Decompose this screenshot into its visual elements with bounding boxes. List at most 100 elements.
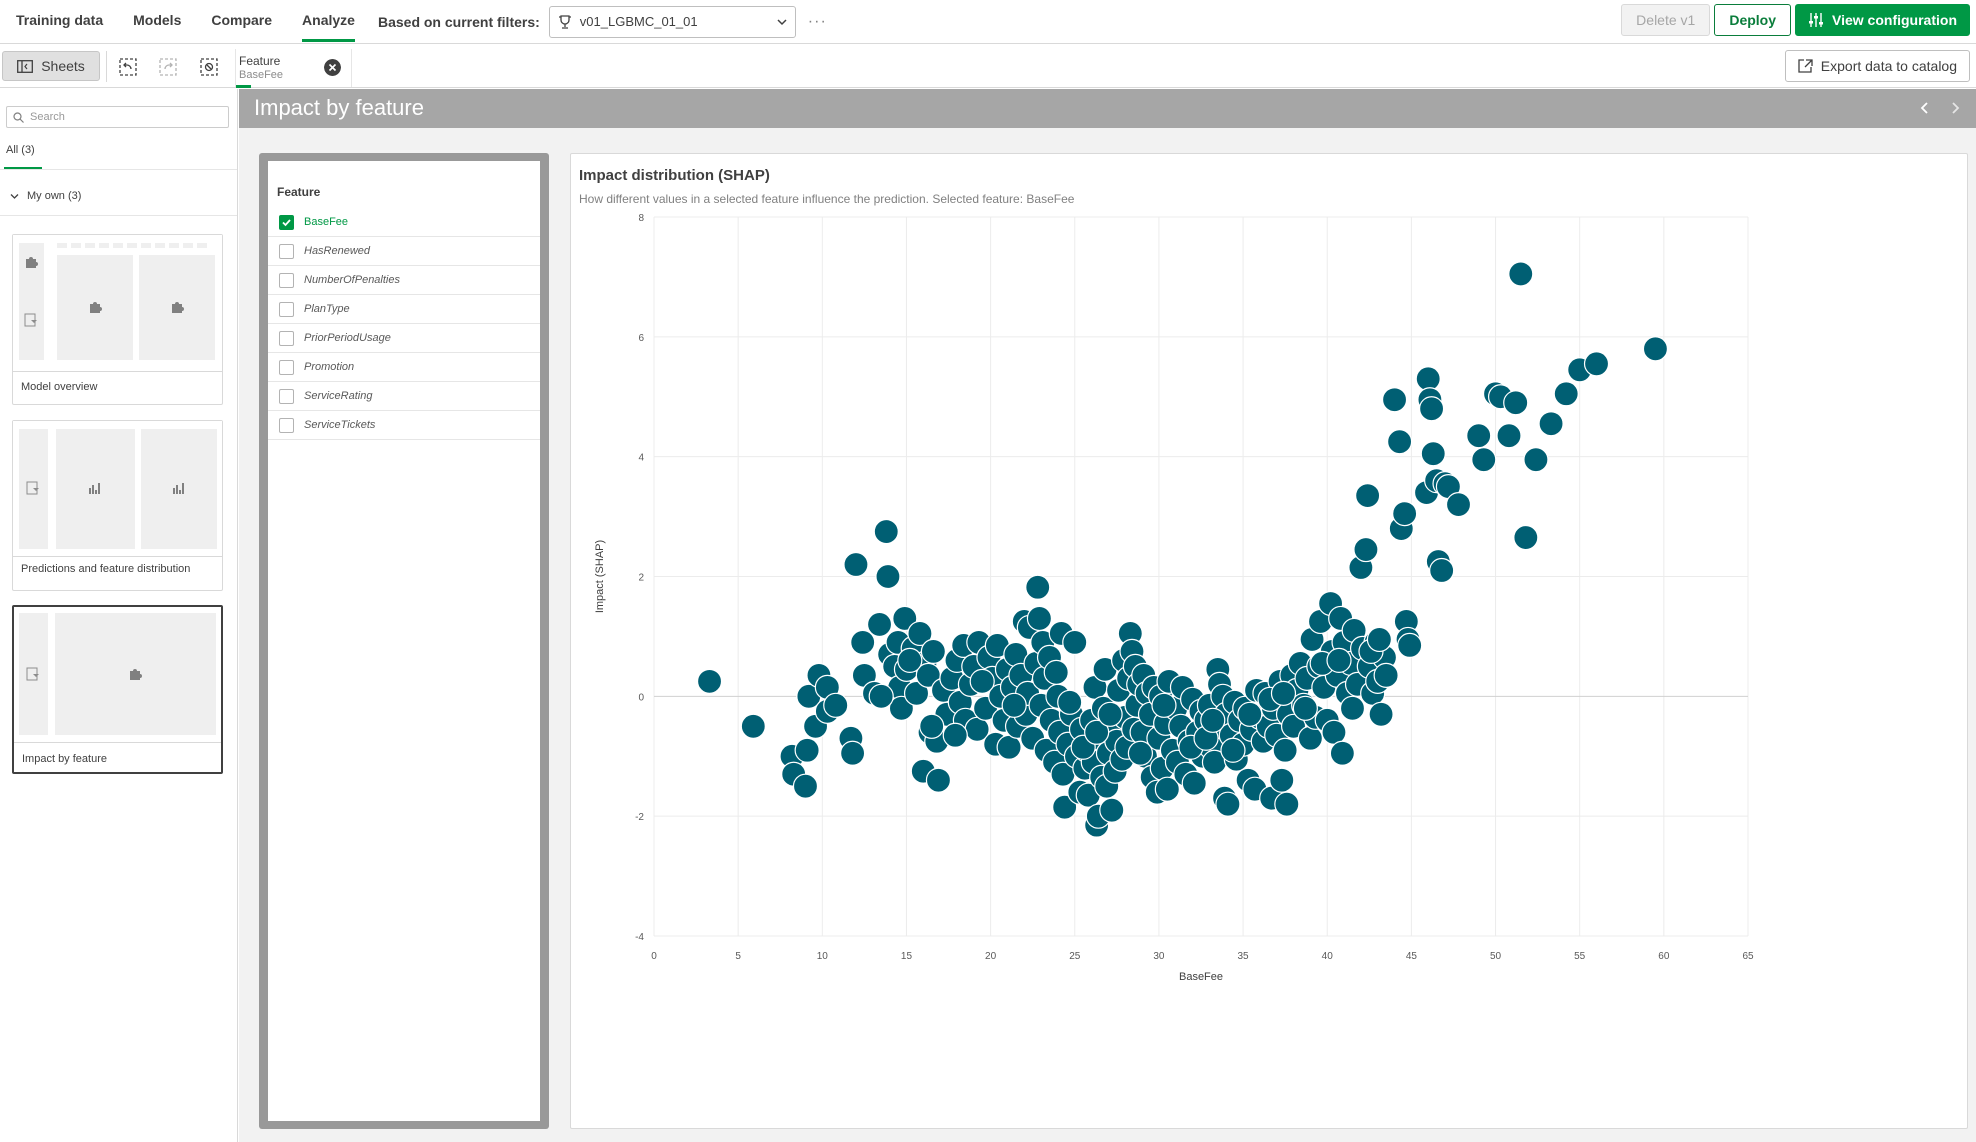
data-point[interactable] (1513, 524, 1539, 551)
feature-filter-item[interactable]: PlanType (268, 295, 540, 324)
redo-selection-icon[interactable] (158, 57, 178, 77)
data-point[interactable] (1508, 261, 1534, 287)
tab-models[interactable]: Models (118, 0, 196, 44)
data-point[interactable] (1366, 626, 1393, 653)
data-point[interactable] (1418, 396, 1445, 422)
data-point[interactable] (1496, 423, 1522, 449)
tab-analyze[interactable]: Analyze (287, 0, 370, 44)
data-point[interactable] (1200, 707, 1226, 733)
view-configuration-button[interactable]: View configuration (1795, 4, 1970, 36)
data-point[interactable] (1415, 366, 1441, 392)
data-point[interactable] (1297, 725, 1324, 751)
data-point[interactable] (823, 692, 849, 718)
export-data-button[interactable]: Export data to catalog (1784, 50, 1970, 82)
checkbox[interactable] (279, 360, 294, 375)
data-point[interactable] (1270, 680, 1297, 706)
feature-filter-item[interactable]: BaseFee (268, 208, 540, 237)
data-point[interactable] (969, 668, 995, 694)
data-point[interactable] (866, 611, 893, 638)
scatter-plot[interactable]: 0 5 10 15 20 25 30 35 40 45 50 55 60 65 -4 -2 0 2 4 6 8 BaseF… (571, 154, 1969, 1130)
data-point[interactable] (873, 518, 899, 545)
feature-filter-item[interactable]: HasRenewed (268, 237, 540, 266)
feature-filter-item[interactable]: ServiceTickets (268, 411, 540, 440)
previous-sheet-icon[interactable] (1918, 101, 1932, 115)
data-point[interactable] (1097, 701, 1123, 727)
checkbox[interactable] (279, 331, 294, 346)
data-point[interactable] (1583, 351, 1610, 377)
data-point[interactable] (1538, 411, 1564, 437)
sheet-card-impact-by-feature[interactable]: Impact by feature (12, 605, 223, 774)
data-point[interactable] (1553, 381, 1579, 407)
data-point[interactable] (1329, 740, 1355, 766)
feature-filter-item[interactable]: ServiceRating (268, 382, 540, 411)
data-point[interactable] (740, 713, 766, 739)
data-point[interactable] (850, 629, 876, 656)
data-point[interactable] (1353, 536, 1379, 563)
data-point[interactable] (1642, 336, 1669, 362)
data-point[interactable] (1387, 429, 1413, 455)
data-point[interactable] (1381, 387, 1408, 413)
feature-filter-item[interactable]: PriorPeriodUsage (268, 324, 540, 353)
checkbox-checked[interactable] (279, 215, 294, 230)
data-point[interactable] (875, 563, 901, 590)
undo-selection-icon[interactable] (118, 57, 138, 77)
data-point[interactable] (1269, 767, 1295, 793)
data-point[interactable] (794, 737, 820, 763)
sheet-card-model-overview[interactable]: Model overview (12, 234, 223, 405)
data-point[interactable] (1099, 797, 1125, 823)
data-point[interactable] (1523, 447, 1549, 473)
data-point[interactable] (942, 722, 968, 748)
data-point[interactable] (1043, 659, 1069, 685)
checkbox[interactable] (279, 418, 294, 433)
data-point[interactable] (1429, 557, 1455, 584)
my-own-group-toggle[interactable]: My own (3) (10, 190, 81, 202)
data-point[interactable] (1026, 605, 1053, 632)
data-point[interactable] (1368, 701, 1394, 727)
data-point[interactable] (925, 767, 952, 793)
data-point[interactable] (1057, 689, 1083, 715)
data-point[interactable] (868, 683, 894, 709)
data-point[interactable] (1215, 791, 1241, 817)
data-point[interactable] (1445, 492, 1472, 518)
data-point[interactable] (1001, 692, 1027, 718)
feature-filter-item[interactable]: NumberOfPenalties (268, 266, 540, 295)
checkbox[interactable] (279, 273, 294, 288)
delete-version-button[interactable]: Delete v1 (1621, 4, 1711, 36)
data-point[interactable] (1025, 574, 1051, 600)
feature-filter-item[interactable]: Promotion (268, 353, 540, 382)
checkbox[interactable] (279, 244, 294, 259)
data-point[interactable] (1151, 692, 1177, 718)
data-point[interactable] (1397, 632, 1423, 659)
sheet-card-predictions[interactable]: Predictions and feature distribution (12, 420, 223, 591)
tab-all[interactable]: All (3) (6, 144, 35, 156)
model-filter-select[interactable]: v01_LGBMC_01_01 (548, 5, 796, 38)
data-point[interactable] (696, 668, 723, 694)
data-point[interactable] (792, 773, 819, 799)
close-icon[interactable] (324, 59, 341, 76)
checkbox[interactable] (279, 302, 294, 317)
data-point[interactable] (920, 638, 946, 664)
data-point[interactable] (1292, 695, 1318, 721)
data-point[interactable] (1237, 701, 1263, 727)
deploy-button[interactable]: Deploy (1714, 4, 1792, 36)
data-point[interactable] (919, 713, 945, 739)
data-point[interactable] (1062, 629, 1088, 656)
data-point[interactable] (1274, 791, 1300, 817)
clear-selections-icon[interactable] (199, 57, 219, 77)
tab-training-data[interactable]: Training data (0, 0, 118, 44)
search-input[interactable]: Search (6, 106, 229, 128)
data-point[interactable] (1272, 737, 1298, 763)
data-point[interactable] (840, 740, 866, 766)
data-point[interactable] (1326, 647, 1352, 673)
data-point[interactable] (1466, 423, 1492, 449)
data-point[interactable] (1471, 447, 1497, 473)
tab-compare[interactable]: Compare (196, 0, 287, 44)
data-point[interactable] (1392, 500, 1418, 527)
data-point[interactable] (1339, 695, 1366, 721)
checkbox[interactable] (279, 389, 294, 404)
data-point[interactable] (1220, 737, 1246, 763)
data-point[interactable] (843, 551, 869, 578)
sheets-button[interactable]: Sheets (2, 51, 100, 81)
data-point[interactable] (1355, 483, 1381, 509)
data-point[interactable] (1181, 770, 1207, 796)
